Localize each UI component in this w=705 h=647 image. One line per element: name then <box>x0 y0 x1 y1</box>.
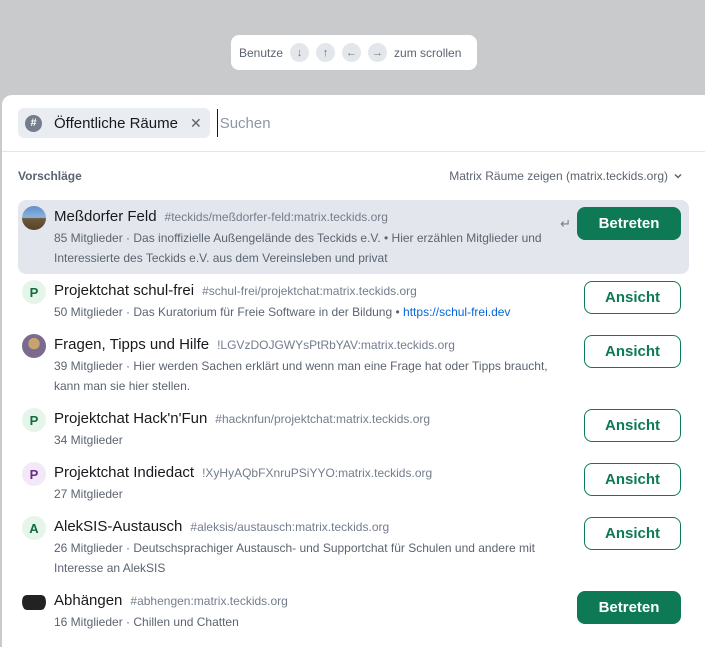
room-avatar-letter: A <box>22 516 46 540</box>
room-topic-link[interactable]: https://schul-frei.dev <box>403 305 510 319</box>
room-avatar <box>22 334 46 358</box>
room-alias: !LGVzDOJGWYsPtRbYAV:matrix.teckids.org <box>217 338 455 352</box>
arrow-left-key-icon: ← <box>342 43 362 62</box>
separator: · <box>122 541 134 555</box>
spotlight-dialog: # Öffentliche Räume ✕ Vorschläge Matrix … <box>2 95 705 647</box>
search-input[interactable] <box>216 109 517 137</box>
room-alias: #aleksis/austausch:matrix.teckids.org <box>190 520 390 534</box>
enter-key-icon: ↵ <box>560 216 571 231</box>
scroll-hint: Benutze ↓ ↑ ← → zum scrollen <box>231 35 477 70</box>
room-member-count: 27 Mitglieder <box>54 487 123 501</box>
view-room-button[interactable]: Ansicht <box>584 335 681 368</box>
view-room-button[interactable]: Ansicht <box>584 281 681 314</box>
separator: · <box>122 305 134 319</box>
room-list-item[interactable]: P Projektchat Hack'n'Fun #hacknfun/projekt… <box>18 402 689 456</box>
room-member-count: 16 Mitglieder <box>54 615 123 629</box>
room-list-item[interactable]: P Projektchat Indiedact !XyHyAQbFXnruPSiYY… <box>18 456 689 510</box>
room-list: Meßdorfer Feld #teckids/meßdorfer-feld:ma… <box>2 200 705 638</box>
separator: · <box>122 615 134 629</box>
suggestions-title: Vorschläge <box>18 169 82 183</box>
room-name: Projektchat Hack'n'Fun <box>54 410 208 427</box>
arrow-down-key-icon: ↓ <box>290 43 310 62</box>
separator: · <box>122 231 134 245</box>
room-member-count: 34 Mitglieder <box>54 433 123 447</box>
room-avatar-letter: P <box>22 280 46 304</box>
room-name: Meßdorfer Feld <box>54 208 157 225</box>
room-alias: !XyHyAQbFXnruPSiYYO:matrix.teckids.org <box>202 466 433 480</box>
room-alias: #hacknfun/projektchat:matrix.teckids.org <box>215 412 431 426</box>
room-avatar-letter: P <box>22 462 46 486</box>
room-name: Projektchat schul-frei <box>54 282 195 299</box>
room-name: Abhängen <box>54 592 123 609</box>
view-room-button[interactable]: Ansicht <box>584 517 681 550</box>
room-alias: #schul-frei/projektchat:matrix.teckids.o… <box>202 284 417 298</box>
room-member-count: 50 Mitglieder <box>54 305 123 319</box>
room-list-item[interactable]: P Projektchat schul-frei #schul-frei/proje… <box>18 274 689 328</box>
room-member-count: 39 Mitglieder <box>54 359 123 373</box>
room-topic: Chillen und Chatten <box>133 615 239 629</box>
room-list-item[interactable]: Meßdorfer Feld #teckids/meßdorfer-feld:ma… <box>18 200 689 274</box>
room-list-item[interactable]: Abhängen #abhengen:matrix.teckids.org 16 M… <box>18 584 689 638</box>
room-avatar <box>22 590 46 614</box>
public-rooms-filter-chip: # Öffentliche Räume ✕ <box>18 108 210 138</box>
room-name: Fragen, Tipps und Hilfe <box>54 336 210 353</box>
join-room-button[interactable]: Betreten <box>577 207 681 240</box>
arrow-up-key-icon: ↑ <box>316 43 336 62</box>
room-name: AlekSIS-Austausch <box>54 518 183 535</box>
filter-chip-label: Öffentliche Räume <box>54 114 178 132</box>
scroll-hint-prefix: Benutze <box>239 45 284 60</box>
server-select-label: Matrix Räume zeigen (matrix.teckids.org) <box>449 169 668 183</box>
room-avatar-letter: P <box>22 408 46 432</box>
server-select-dropdown[interactable]: Matrix Räume zeigen (matrix.teckids.org) <box>449 169 683 183</box>
hash-icon: # <box>25 114 42 132</box>
search-row: # Öffentliche Räume ✕ <box>2 95 705 152</box>
room-member-count: 26 Mitglieder <box>54 541 123 555</box>
room-list-item[interactable]: Fragen, Tipps und Hilfe !LGVzDOJGWYsPtRbY… <box>18 328 689 402</box>
view-room-button[interactable]: Ansicht <box>584 463 681 496</box>
separator: · <box>122 359 134 373</box>
chevron-down-icon <box>674 173 682 179</box>
room-alias: #abhengen:matrix.teckids.org <box>130 594 288 608</box>
room-list-item[interactable]: A AlekSIS-Austausch #aleksis/austausch:mat… <box>18 510 689 584</box>
room-alias: #teckids/meßdorfer-feld:matrix.teckids.o… <box>164 210 388 224</box>
view-room-button[interactable]: Ansicht <box>584 409 681 442</box>
remove-filter-icon[interactable]: ✕ <box>190 115 202 132</box>
room-avatar <box>22 206 46 230</box>
join-room-button[interactable]: Betreten <box>577 591 681 624</box>
scroll-hint-suffix: zum scrollen <box>394 45 462 60</box>
room-member-count: 85 Mitglieder <box>54 231 123 245</box>
suggestions-header: Vorschläge Matrix Räume zeigen (matrix.t… <box>2 152 705 200</box>
room-topic: Das Kuratorium für Freie Software in der… <box>133 305 400 319</box>
arrow-right-key-icon: → <box>368 43 388 62</box>
room-name: Projektchat Indiedact <box>54 464 195 481</box>
